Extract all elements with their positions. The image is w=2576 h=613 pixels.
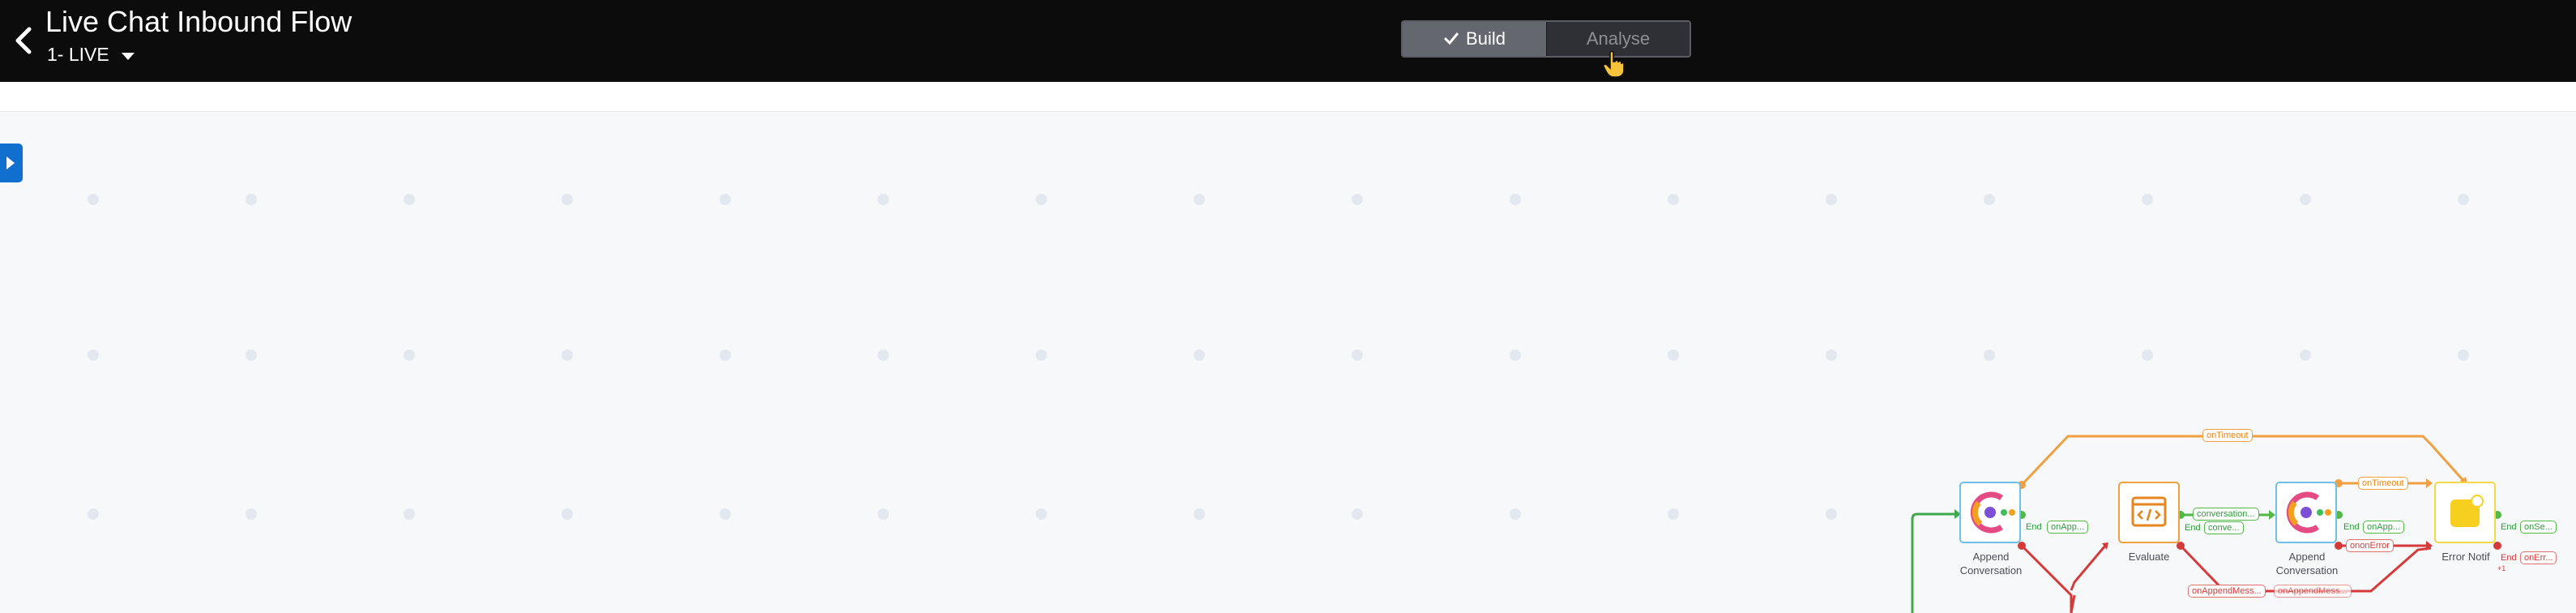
notification-icon bbox=[2434, 482, 2496, 543]
caret-down-icon bbox=[121, 45, 135, 66]
node-append-conversation-2[interactable] bbox=[2275, 482, 2337, 543]
node-error-notif[interactable] bbox=[2434, 482, 2496, 543]
top-bar: Live Chat Inbound Flow 1- LIVE Build Ana… bbox=[0, 0, 2576, 82]
webex-connect-icon bbox=[2275, 482, 2337, 543]
node-label-append-1: Append Conversation bbox=[1959, 551, 2023, 577]
node-label-evaluate: Evaluate bbox=[2128, 551, 2170, 563]
webex-connect-icon bbox=[1959, 482, 2021, 543]
back-arrow-icon[interactable] bbox=[10, 23, 39, 58]
flow-canvas[interactable]: Append Conversation Evaluate Append Conver… bbox=[0, 112, 2576, 613]
edge-label-on-error[interactable]: ononError bbox=[2346, 539, 2394, 552]
chevron-right-icon bbox=[6, 156, 15, 169]
flow-title: Live Chat Inbound Flow bbox=[45, 5, 352, 38]
edge-label-conversation[interactable]: conversation... bbox=[2193, 508, 2259, 521]
node-evaluate[interactable] bbox=[2118, 482, 2180, 543]
end-label-error-2: End bbox=[2501, 553, 2517, 563]
end-tag-error-2[interactable]: onErr... bbox=[2520, 551, 2557, 564]
checkmark-icon bbox=[1443, 28, 1459, 49]
build-tab-label: Build bbox=[1466, 28, 1506, 49]
end-label-more: +1 bbox=[2497, 564, 2506, 572]
node-append-conversation-1[interactable] bbox=[1959, 482, 2021, 543]
end-label-evaluate: End bbox=[2185, 523, 2201, 533]
analyse-tab-label: Analyse bbox=[1586, 28, 1651, 49]
edge-label-on-append-mess-2[interactable]: onAppendMess... bbox=[2274, 585, 2352, 598]
end-tag-error-1[interactable]: onSe... bbox=[2520, 521, 2557, 534]
build-analyse-toggle: Build Analyse bbox=[1401, 20, 1691, 58]
node-label-error-notif: Error Notif bbox=[2441, 551, 2490, 563]
code-icon bbox=[2118, 482, 2180, 543]
node-label-append-2: Append Conversation bbox=[2275, 551, 2339, 577]
build-tab[interactable]: Build bbox=[1403, 22, 1546, 56]
version-dropdown[interactable]: 1- LIVE bbox=[47, 44, 135, 66]
edge-label-on-append-mess-1[interactable]: onAppendMess... bbox=[2188, 585, 2266, 598]
end-tag-append-1[interactable]: onApp... bbox=[2047, 521, 2088, 534]
edge-label-timeout-top[interactable]: onTimeout bbox=[2202, 429, 2253, 442]
edge-label-timeout-mid[interactable]: onTimeout bbox=[2358, 477, 2408, 490]
flow-connectors bbox=[1911, 435, 2501, 613]
sub-toolbar bbox=[0, 82, 2576, 112]
version-label: 1- LIVE bbox=[47, 44, 109, 65]
hand-cursor-icon bbox=[1603, 50, 1625, 78]
end-tag-append-2[interactable]: onApp... bbox=[2363, 521, 2404, 534]
end-label-error-1: End bbox=[2501, 522, 2517, 532]
end-label-append-2: End bbox=[2343, 522, 2360, 532]
expand-panel-button[interactable] bbox=[0, 144, 23, 182]
end-label-append-1: End bbox=[2026, 522, 2042, 532]
end-tag-evaluate[interactable]: conve... bbox=[2204, 521, 2244, 534]
